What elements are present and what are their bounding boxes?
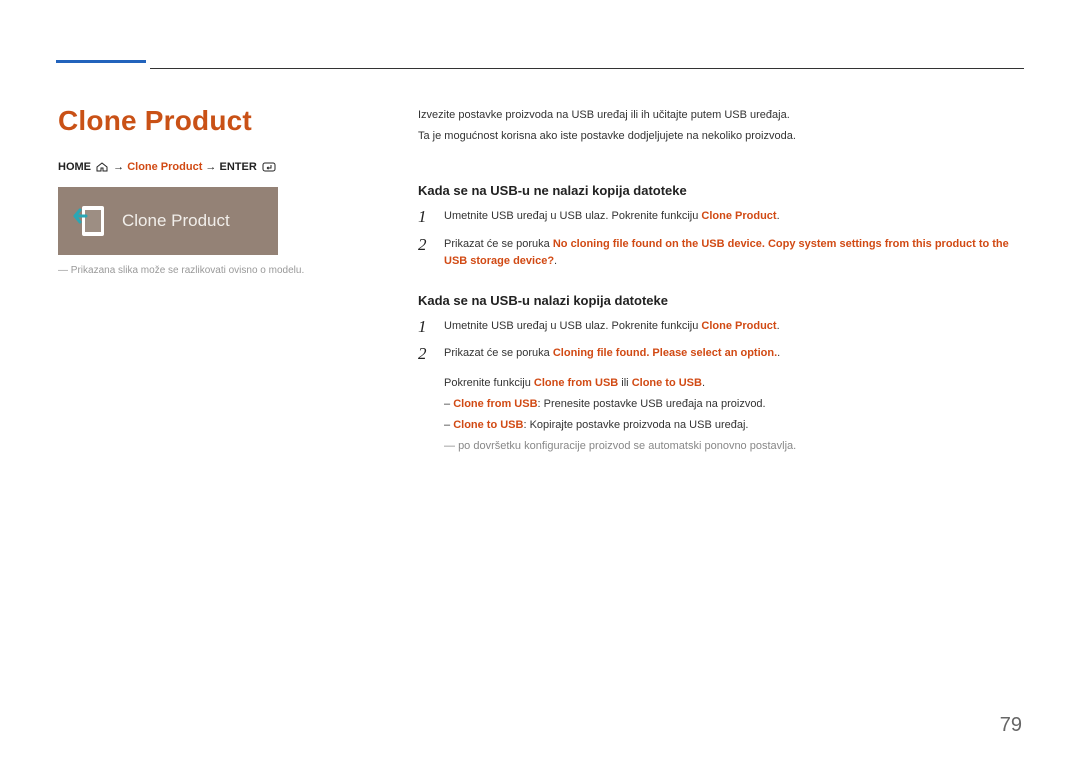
step-body: Umetnite USB uređaj u USB ulaz. Pokrenit… — [444, 208, 1022, 226]
clone-product-icon — [72, 202, 110, 240]
step-text: Umetnite USB uređaj u USB ulaz. Pokrenit… — [444, 320, 701, 332]
step-text: Prikazat će se poruka — [444, 347, 553, 359]
step-text-post: . — [554, 255, 557, 267]
header-rule — [150, 68, 1024, 69]
step-text: Umetnite USB uređaj u USB ulaz. Pokrenit… — [444, 210, 701, 222]
breadcrumb-arrow-1: → — [113, 161, 124, 173]
run-or: ili — [618, 377, 631, 389]
step-number: 2 — [418, 345, 430, 362]
intro-line-1: Izvezite postavke proizvoda na USB uređa… — [418, 107, 1022, 124]
step-row: 1 Umetnite USB uređaj u USB ulaz. Pokren… — [418, 208, 1022, 226]
final-note: po dovršetku konfiguracije proizvod se a… — [418, 436, 1022, 457]
page-content: Clone Product HOME → Clone Product → ENT… — [58, 60, 1022, 457]
step-text: Prikazat će se poruka — [444, 238, 553, 250]
run-opt2: Clone to USB — [632, 377, 702, 389]
enter-icon — [262, 162, 276, 172]
option-bullet-1: Clone from USB: Prenesite postavke USB u… — [418, 394, 1022, 415]
section-heading-file-found: Kada se na USB-u nalazi kopija datoteke — [418, 293, 1022, 308]
step-body: Umetnite USB uređaj u USB ulaz. Pokrenit… — [444, 318, 1022, 336]
step-body: Prikazat će se poruka No cloning file fo… — [444, 236, 1022, 271]
run-pre: Pokrenite funkciju — [444, 377, 534, 389]
step-body: Prikazat će se poruka Cloning file found… — [444, 345, 1022, 363]
breadcrumb-arrow-2: → — [205, 161, 216, 173]
bullet-emph: Clone to USB — [453, 419, 523, 431]
run-opt1: Clone from USB — [534, 377, 618, 389]
step-text-post: . — [777, 347, 780, 359]
run-post: . — [702, 377, 705, 389]
step-emph: Clone Product — [701, 320, 776, 332]
breadcrumb-enter: ENTER — [219, 161, 256, 173]
intro-line-2: Ta je mogućnost korisna ako iste postavk… — [418, 128, 1022, 145]
bullet-emph: Clone from USB — [453, 398, 537, 410]
home-icon — [96, 162, 108, 172]
section-heading-no-file: Kada se na USB-u ne nalazi kopija datote… — [418, 183, 1022, 198]
run-instruction: Pokrenite funkciju Clone from USB ili Cl… — [418, 373, 1022, 394]
header-rule-accent — [56, 60, 146, 63]
step-emph: Clone Product — [701, 210, 776, 222]
breadcrumb-home: HOME — [58, 161, 91, 173]
step-number: 1 — [418, 208, 430, 225]
manual-page: Clone Product HOME → Clone Product → ENT… — [0, 0, 1080, 763]
feature-tile: Clone Product — [58, 187, 278, 255]
step-emph: Cloning file found. Please select an opt… — [553, 347, 777, 359]
breadcrumb-current: Clone Product — [127, 161, 202, 173]
page-title: Clone Product — [58, 105, 378, 137]
feature-tile-label: Clone Product — [122, 211, 230, 231]
step-text-post: . — [777, 210, 780, 222]
right-column: Izvezite postavke proizvoda na USB uređa… — [418, 105, 1022, 457]
left-column: Clone Product HOME → Clone Product → ENT… — [58, 105, 418, 457]
step-row: 2 Prikazat će se poruka Cloning file fou… — [418, 345, 1022, 363]
image-disclaimer: Prikazana slika može se razlikovati ovis… — [58, 265, 378, 276]
breadcrumb: HOME → Clone Product → ENTER — [58, 161, 378, 173]
step-row: 1 Umetnite USB uređaj u USB ulaz. Pokren… — [418, 318, 1022, 336]
step-number: 1 — [418, 318, 430, 335]
option-bullet-2: Clone to USB: Kopirajte postavke proizvo… — [418, 415, 1022, 436]
step-number: 2 — [418, 236, 430, 253]
bullet-rest: : Prenesite postavke USB uređaja na proi… — [538, 398, 766, 410]
step-row: 2 Prikazat će se poruka No cloning file … — [418, 236, 1022, 271]
bullet-rest: : Kopirajte postavke proizvoda na USB ur… — [523, 419, 748, 431]
page-number: 79 — [1000, 714, 1022, 737]
step-text-post: . — [777, 320, 780, 332]
